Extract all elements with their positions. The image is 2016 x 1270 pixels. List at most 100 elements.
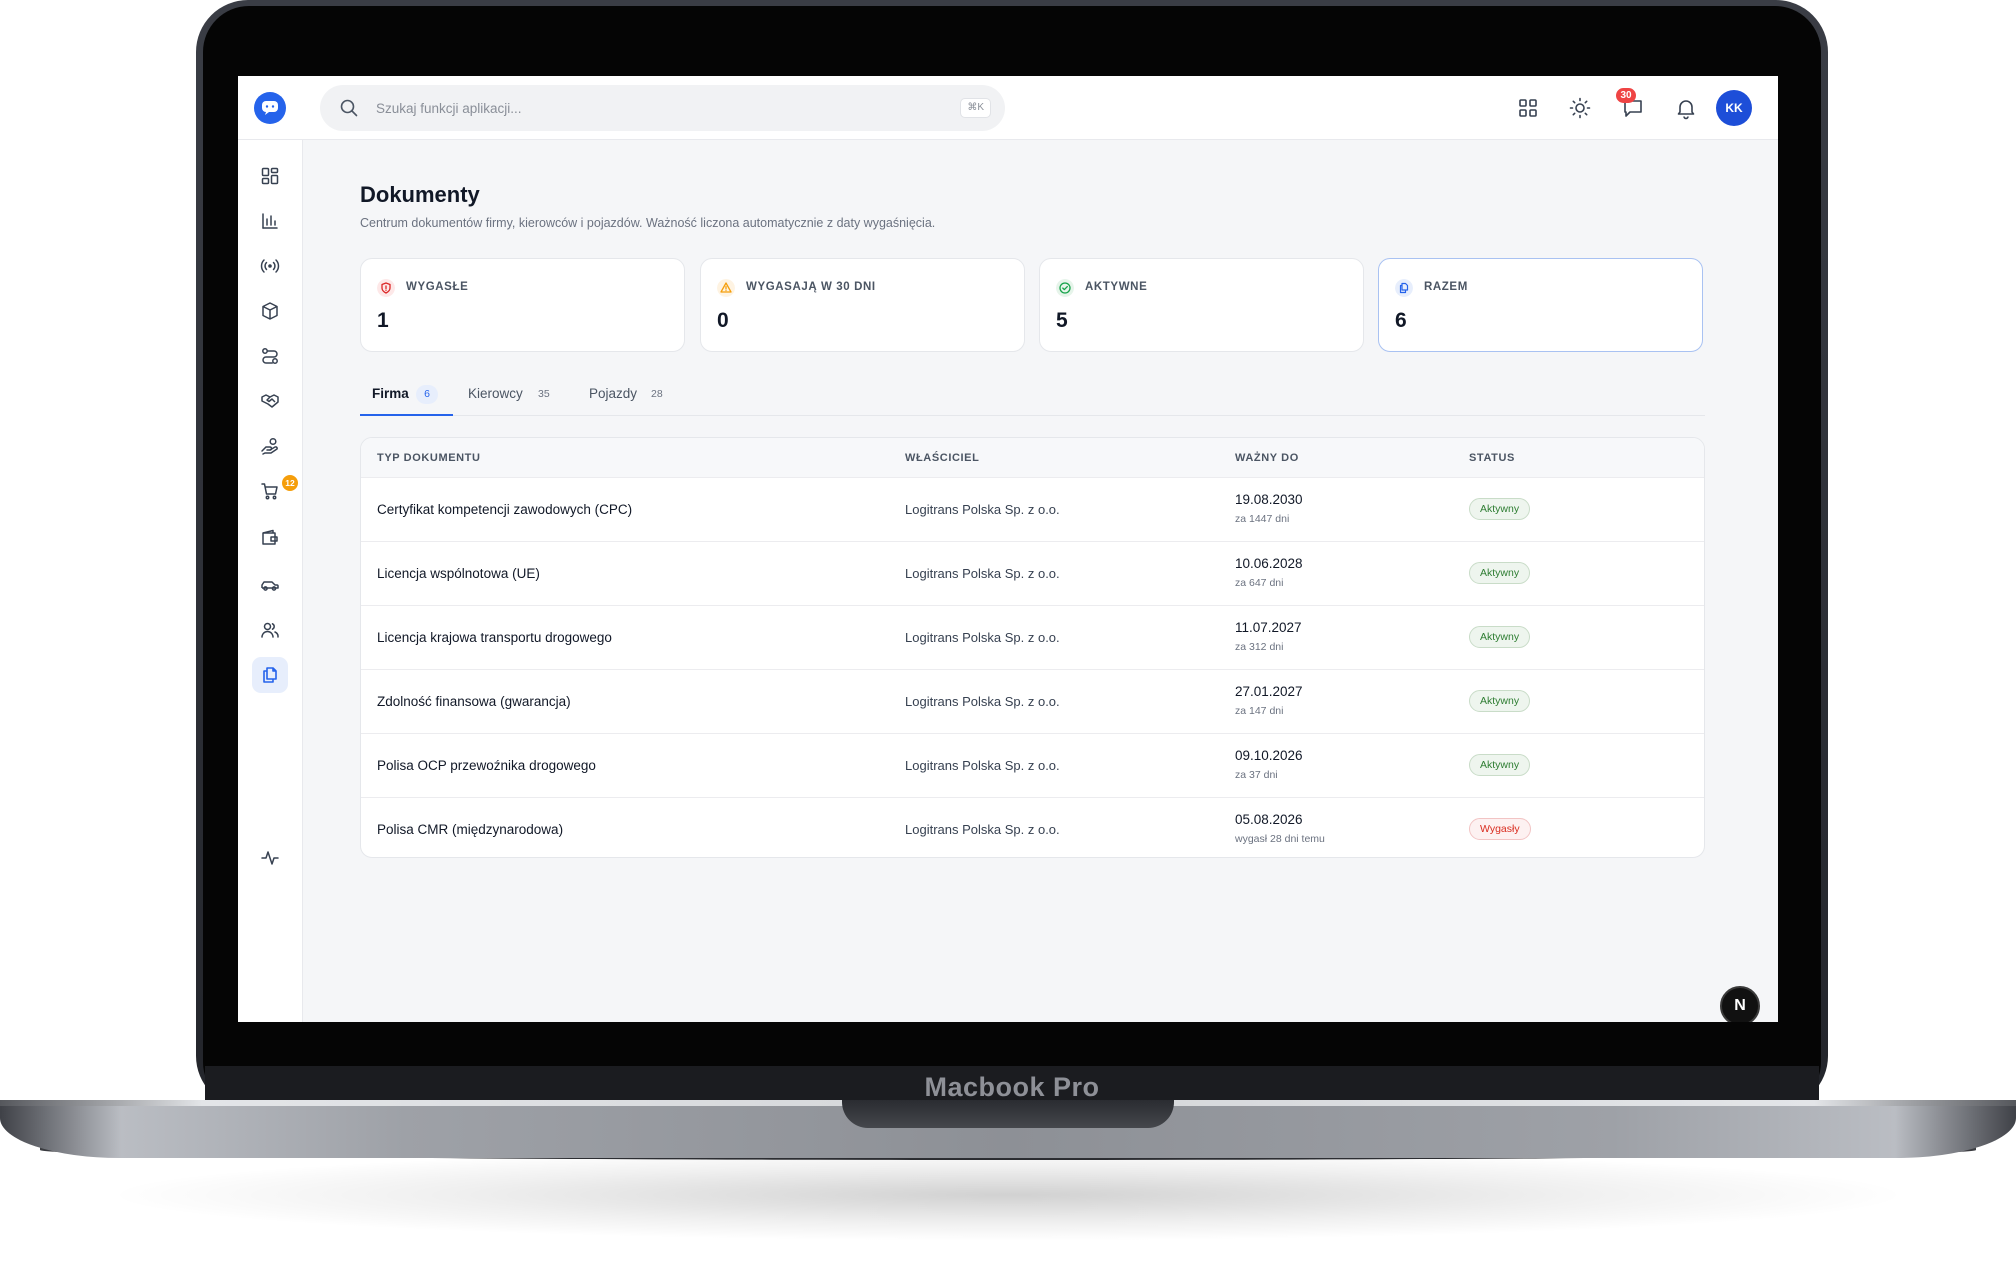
sidebar-item-tracking[interactable] (252, 248, 288, 284)
relative-time: za 647 dni (1235, 577, 1284, 589)
sidebar-item-wallet[interactable] (252, 520, 288, 556)
column-header-status[interactable]: STATUS (1469, 452, 1515, 464)
package-icon (262, 302, 278, 320)
app-logo[interactable] (254, 92, 286, 124)
table-row[interactable]: Licencja krajowa transportu drogowego Lo… (361, 606, 1704, 670)
sidebar-item-routes[interactable] (252, 338, 288, 374)
document-owner: Logitrans Polska Sp. z o.o. (905, 694, 1060, 709)
sidebar-item-vehicles[interactable] (252, 567, 288, 603)
tab-kierowcy[interactable]: Kierowcy 35 (468, 376, 568, 416)
stat-card-expiring[interactable]: WYGASAJĄ W 30 DNI 0 (700, 258, 1025, 352)
table-row[interactable]: Certyfikat kompetencji zawodowych (CPC) … (361, 478, 1704, 542)
check-circle-icon (1056, 279, 1074, 297)
bell-icon[interactable] (1674, 96, 1698, 120)
documents-table: TYP DOKUMENTU WŁAŚCICIEL WAŻNY DO STATUS… (360, 437, 1705, 858)
tab-label: Pojazdy (589, 386, 638, 401)
bar-chart-icon (262, 213, 278, 229)
wallet-icon (262, 529, 278, 545)
tab-count: 35 (538, 388, 550, 400)
stat-label: WYGASAJĄ W 30 DNI (746, 281, 876, 293)
stat-label: WYGASŁE (406, 281, 469, 293)
search-icon (340, 99, 358, 117)
document-type: Polisa CMR (międzynarodowa) (377, 822, 564, 837)
document-type: Zdolność finansowa (gwarancja) (377, 694, 571, 709)
document-type: Polisa OCP przewoźnika drogowego (377, 758, 596, 773)
column-header-type[interactable]: TYP DOKUMENTU (377, 452, 481, 464)
document-type: Licencja wspólnotowa (UE) (377, 566, 540, 581)
sidebar-item-partners[interactable] (252, 383, 288, 419)
laptop-shadow (120, 1150, 1896, 1240)
search-input[interactable] (376, 96, 916, 120)
valid-until-date: 05.08.2026 (1235, 812, 1303, 827)
sidebar-item-users[interactable] (252, 612, 288, 648)
sidebar-item-analytics[interactable] (252, 203, 288, 239)
chat-logo-icon (262, 101, 278, 115)
hand-coins-icon (261, 437, 278, 455)
cart-icon (261, 483, 278, 500)
table-row[interactable]: Licencja wspólnotowa (UE) Logitrans Pols… (361, 542, 1704, 606)
stat-label: AKTYWNE (1085, 281, 1148, 293)
status-badge: Aktywny (1469, 690, 1531, 712)
sidebar-item-documents[interactable] (252, 657, 288, 693)
tab-label: Firma (372, 386, 409, 401)
tab-label: Kierowcy (468, 386, 523, 401)
cart-badge: 12 (282, 475, 298, 491)
sidebar: 12 (238, 140, 303, 1022)
status-badge: Aktywny (1469, 562, 1531, 584)
stat-card-total[interactable]: RAZEM 6 (1378, 258, 1703, 352)
stat-card-active[interactable]: AKTYWNE 5 (1039, 258, 1364, 352)
document-owner: Logitrans Polska Sp. z o.o. (905, 822, 1060, 837)
stat-label: RAZEM (1424, 281, 1468, 293)
search-shortcut-hint: ⌘K (960, 98, 991, 118)
document-owner: Logitrans Polska Sp. z o.o. (905, 758, 1060, 773)
column-header-valid-until[interactable]: WAŻNY DO (1235, 452, 1299, 464)
users-icon (261, 622, 279, 638)
files-icon (1395, 279, 1413, 297)
sidebar-item-activity[interactable] (252, 840, 288, 876)
table-header: TYP DOKUMENTU WŁAŚCICIEL WAŻNY DO STATUS (361, 438, 1704, 478)
nextjs-dev-button[interactable]: N (1720, 986, 1760, 1022)
status-badge: Aktywny (1469, 754, 1531, 776)
tabs: Firma 6 Kierowcy 35 Pojazdy 28 (360, 376, 1705, 416)
stat-value: 1 (377, 309, 389, 332)
sidebar-item-shipments[interactable] (252, 293, 288, 329)
table-row[interactable]: Zdolność finansowa (gwarancja) Logitrans… (361, 670, 1704, 734)
tab-pojazdy[interactable]: Pojazdy 28 (589, 376, 679, 416)
avatar[interactable]: KK (1716, 90, 1752, 126)
table-row[interactable]: Polisa CMR (międzynarodowa) Logitrans Po… (361, 798, 1704, 857)
stat-value: 0 (717, 309, 729, 332)
laptop-notch (842, 1100, 1174, 1128)
app-screen: ⌘K 30 KK (238, 76, 1778, 1022)
valid-until-date: 27.01.2027 (1235, 684, 1303, 699)
status-badge: Aktywny (1469, 498, 1531, 520)
sidebar-item-orders[interactable]: 12 (252, 473, 298, 509)
warning-icon (717, 279, 735, 297)
search-bar[interactable]: ⌘K (320, 85, 1005, 131)
handshake-icon (261, 394, 279, 408)
top-bar: ⌘K 30 KK (238, 76, 1778, 140)
tab-firma[interactable]: Firma 6 (372, 376, 442, 416)
relative-time: za 147 dni (1235, 705, 1284, 717)
document-owner: Logitrans Polska Sp. z o.o. (905, 566, 1060, 581)
relative-time: za 1447 dni (1235, 513, 1290, 525)
sidebar-item-finance[interactable] (252, 428, 288, 464)
document-owner: Logitrans Polska Sp. z o.o. (905, 630, 1060, 645)
documents-icon (263, 667, 277, 683)
activity-icon (261, 851, 279, 865)
valid-until-date: 09.10.2026 (1235, 748, 1303, 763)
dashboard-grid-icon (261, 167, 279, 185)
valid-until-date: 10.06.2028 (1235, 556, 1303, 571)
stat-card-expired[interactable]: WYGASŁE 1 (360, 258, 685, 352)
column-header-owner[interactable]: WŁAŚCICIEL (905, 452, 979, 464)
sidebar-item-dashboard[interactable] (252, 158, 288, 194)
route-icon (262, 348, 278, 364)
table-row[interactable]: Polisa OCP przewoźnika drogowego Logitra… (361, 734, 1704, 798)
stat-value: 6 (1395, 309, 1407, 332)
status-badge: Wygasły (1469, 818, 1531, 840)
tab-count: 28 (651, 388, 663, 400)
stat-value: 5 (1056, 309, 1068, 332)
apps-grid-icon[interactable] (1516, 96, 1540, 120)
sun-icon[interactable] (1568, 96, 1592, 120)
valid-until-date: 19.08.2030 (1235, 492, 1303, 507)
relative-time: wygasł 28 dni temu (1235, 833, 1325, 845)
